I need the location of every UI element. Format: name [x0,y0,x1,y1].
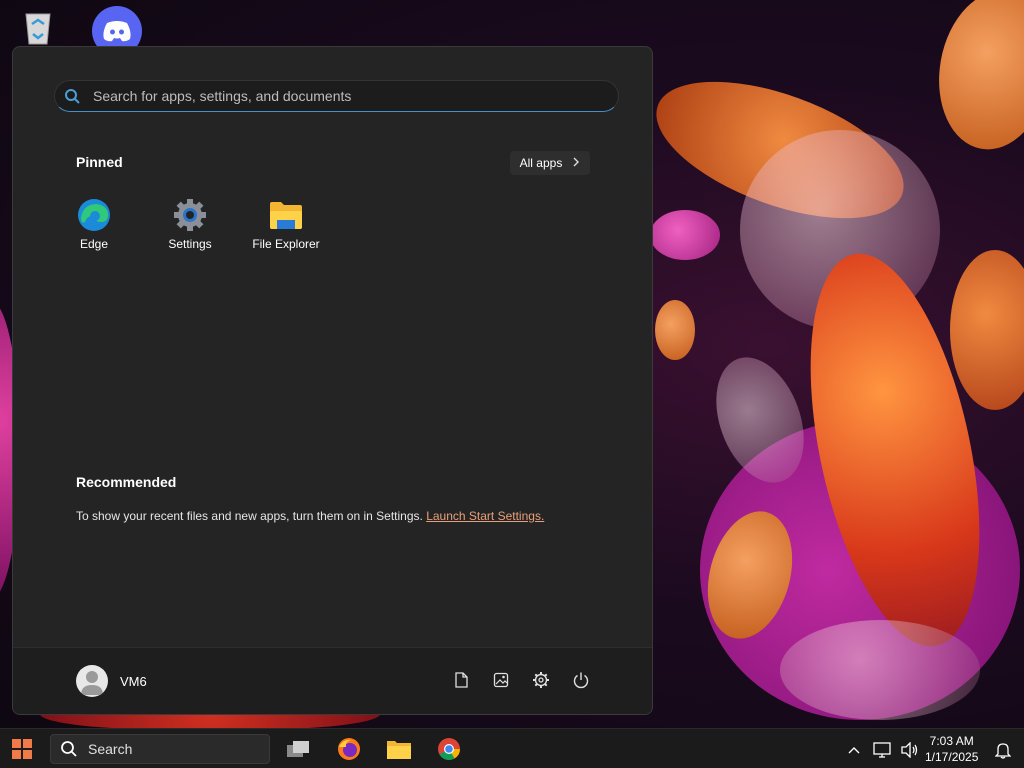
start-menu: Pinned All apps Edge [12,46,653,715]
search-input[interactable] [91,87,575,105]
chrome-icon[interactable] [436,737,462,761]
gear-icon [172,197,208,233]
settings-gear-icon[interactable] [531,670,551,690]
pinned-app-settings[interactable]: Settings [145,197,235,251]
taskbar-search-label: Search [88,741,133,757]
windows-start-icon[interactable] [12,739,32,759]
all-apps-button[interactable]: All apps [510,151,590,175]
user-name: VM6 [120,673,147,689]
pinned-app-label: File Explorer [252,237,320,251]
taskbar-search-box[interactable]: Search [50,734,270,764]
taskbar: Search 7:03 AM 1/17/2025 [0,728,1024,768]
pinned-app-edge[interactable]: Edge [49,197,139,251]
folder-icon [268,197,304,233]
volume-icon[interactable] [901,741,919,759]
user-account-button[interactable]: VM6 [76,665,147,697]
pinned-app-label: Settings [168,237,212,251]
all-apps-label: All apps [519,156,563,170]
documents-icon[interactable] [451,670,471,690]
search-icon [63,87,81,105]
clock-date: 1/17/2025 [925,750,979,764]
recommended-text: To show your recent files and new apps, … [76,509,423,523]
edge-icon [76,197,112,233]
pictures-icon[interactable] [491,670,511,690]
clock-time: 7:03 AM [929,734,974,748]
chevron-up-icon[interactable] [845,741,863,759]
notification-bell-icon[interactable] [994,741,1012,759]
network-icon[interactable] [873,741,891,759]
avatar [76,665,108,697]
firefox-icon[interactable] [336,737,362,761]
launch-start-settings-link[interactable]: Launch Start Settings. [426,509,544,523]
pinned-app-label: Edge [79,237,109,251]
pinned-app-file-explorer[interactable]: File Explorer [241,197,331,251]
start-footer: VM6 [13,647,652,714]
start-search-box[interactable] [54,80,619,112]
pinned-heading: Pinned [76,154,123,170]
recommended-heading: Recommended [76,474,177,490]
file-explorer-icon[interactable] [386,737,412,761]
search-icon [60,740,78,758]
chevron-right-icon [572,156,580,170]
clock[interactable]: 7:03 AM 1/17/2025 [925,733,978,765]
recycle-bin-icon[interactable] [18,8,58,46]
task-view-icon[interactable] [285,737,311,761]
power-icon[interactable] [571,670,591,690]
recommended-message: To show your recent files and new apps, … [76,509,544,523]
